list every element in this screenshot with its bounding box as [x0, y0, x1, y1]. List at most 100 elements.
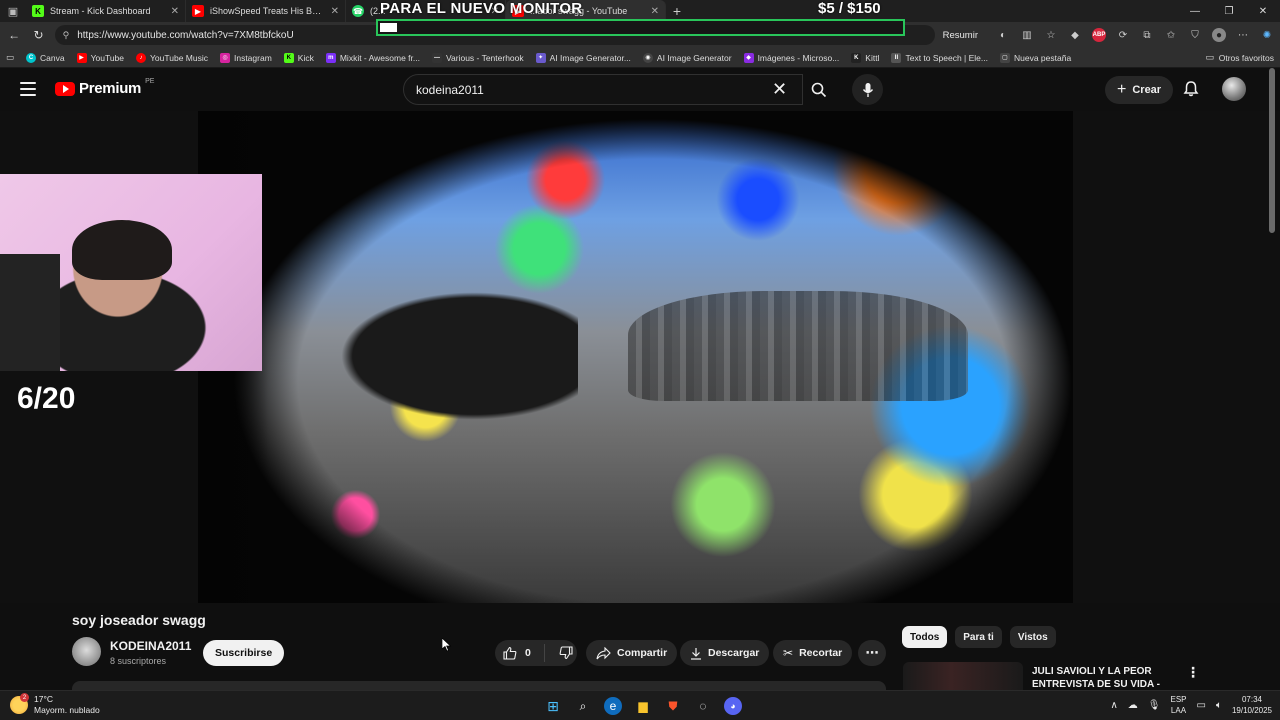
subscriber-count: 8 suscriptores [110, 656, 167, 666]
channel-avatar[interactable] [72, 637, 101, 666]
dislike-button[interactable] [551, 646, 573, 660]
clear-search-icon[interactable]: ✕ [772, 80, 787, 98]
shield-icon[interactable]: ⛉ [1188, 28, 1202, 42]
webcam-person [72, 220, 172, 280]
back-arrow-icon[interactable]: ← [6, 28, 22, 42]
workspaces-icon[interactable]: ▭ [6, 52, 14, 63]
menu-hamburger-icon[interactable] [20, 82, 36, 96]
favorite-star-icon[interactable]: ☆ [1044, 28, 1058, 42]
weather-widget[interactable]: 2 17°C Mayorm. nublado [10, 693, 100, 716]
brave-icon[interactable]: ⛊ [662, 695, 684, 717]
bookmarks-bar: ▭ C Canva ▶ YouTube ♪ YouTube Music ◎ Instag… [0, 48, 1280, 68]
copilot-icon[interactable]: ✺ [1260, 28, 1274, 42]
search-button[interactable] [800, 74, 838, 105]
extension-icon[interactable]: ⧉ [1140, 28, 1154, 42]
file-explorer-icon[interactable]: ▆ [632, 695, 654, 717]
windows-start-icon[interactable]: ⊞ [542, 695, 564, 717]
chip-para-ti[interactable]: Para ti [955, 626, 1002, 648]
bookmark-nueva-pestana[interactable]: ▢ Nueva pestaña [1000, 52, 1071, 63]
tray-overflow-icon[interactable]: ∧ [1110, 700, 1117, 711]
page-scrollbar[interactable] [1269, 68, 1275, 688]
youtube-premium-logo[interactable]: Premium PE [55, 78, 154, 97]
bookmark-ai-image-1[interactable]: ✦ AI Image Generator... [535, 52, 631, 63]
clock[interactable]: 07:34 19/10/2025 [1232, 694, 1272, 716]
scissors-icon: ✂ [783, 646, 794, 660]
refresh-extension-icon[interactable]: ⟳ [1116, 28, 1130, 42]
clip-button[interactable]: ✂ Recortar [773, 640, 853, 666]
edge-icon[interactable]: e [604, 697, 622, 715]
bookmark-canva[interactable]: C Canva [26, 52, 65, 63]
discord-icon[interactable]: ◕ [724, 697, 742, 715]
notifications-bell-icon[interactable] [1182, 80, 1200, 98]
video-title: soy joseador swagg [72, 612, 206, 628]
maximize-icon[interactable]: ❐ [1212, 0, 1246, 22]
stream-goal-progress-bar [376, 19, 905, 36]
subscribe-button[interactable]: Suscribirse [203, 640, 285, 666]
search-input[interactable]: kodeina2011 [403, 74, 803, 105]
download-label: Descargar [708, 647, 760, 659]
openai-icon: ◉ [642, 52, 653, 63]
account-avatar[interactable] [1222, 77, 1246, 101]
tab-kick-dashboard[interactable]: K Stream - Kick Dashboard ✕ [26, 0, 186, 22]
network-icon[interactable]: ▭ [1197, 700, 1206, 711]
bookmark-elevenlabs[interactable]: II Text to Speech | Ele... [891, 52, 988, 63]
microphone-tray-icon[interactable]: 🎙︎ [1148, 700, 1161, 711]
close-window-icon[interactable]: ✕ [1246, 0, 1280, 22]
bookmark-tenterhook[interactable]: — Various - Tenterhook [431, 52, 524, 63]
download-button[interactable]: Descargar [680, 640, 770, 666]
voice-search-button[interactable] [852, 74, 883, 105]
ai-image-icon: ✦ [535, 52, 546, 63]
close-icon[interactable]: ✕ [651, 6, 659, 17]
chip-vistos[interactable]: Vistos [1009, 626, 1056, 648]
minimize-icon[interactable]: — [1178, 0, 1212, 22]
recommended-more-icon[interactable]: ⋮ [1186, 664, 1200, 681]
description-box[interactable] [72, 681, 886, 690]
profile-icon[interactable]: ● [1212, 28, 1226, 42]
site-info-icon[interactable]: ⚲ [63, 30, 70, 41]
bookmark-instagram[interactable]: ◎ Instagram [219, 52, 272, 63]
bookmark-youtube-music[interactable]: ♪ YouTube Music [136, 52, 208, 63]
bookmark-imagenes[interactable]: ◆ Imágenes - Microso... [743, 52, 839, 63]
bookmark-kittl[interactable]: K Kittl [851, 52, 879, 63]
favorites-icon[interactable]: ✩ [1164, 28, 1178, 42]
tab-ishowspeed[interactable]: ▶ iShowSpeed Treats His Bodyguar... ✕ [186, 0, 346, 22]
bookmark-kick[interactable]: K Kick [283, 52, 314, 63]
video-scene-bags [318, 281, 578, 431]
close-icon[interactable]: ✕ [171, 6, 179, 17]
more-menu-icon[interactable]: ⋯ [1236, 28, 1250, 42]
summarize-button[interactable]: Resumir [943, 30, 978, 41]
clip-label: Recortar [799, 647, 843, 659]
bookmark-youtube[interactable]: ▶ YouTube [76, 52, 124, 63]
bookmark-mixkit[interactable]: m Mixkit - Awesome fr... [325, 52, 420, 63]
share-button[interactable]: Compartir [586, 640, 678, 666]
channel-name[interactable]: KODEINA2011 [110, 639, 191, 653]
input-language[interactable]: ESP LAA [1170, 694, 1186, 716]
recommended-video-title[interactable]: JULI SAVIOLI Y LA PEOR ENTREVISTA DE SU … [1032, 665, 1182, 690]
recommended-video-thumbnail[interactable] [903, 662, 1023, 690]
more-actions-button[interactable]: ⋯ [858, 640, 886, 666]
adblock-icon[interactable]: ABP [1092, 28, 1106, 42]
create-button[interactable]: + Crear [1105, 76, 1174, 104]
reload-icon[interactable]: ↻ [30, 28, 46, 42]
streamer-webcam [0, 174, 262, 371]
extension-diamond-icon[interactable]: ◆ [1068, 28, 1082, 42]
volume-icon[interactable]: 🔈︎ [1216, 700, 1222, 711]
chip-todos[interactable]: Todos [902, 626, 948, 648]
recommendation-chips: Todos Para ti Vistos [902, 626, 1056, 648]
obs-icon[interactable]: ◌ [692, 695, 714, 717]
bing-image-icon: ◆ [743, 52, 754, 63]
read-aloud-icon[interactable]: ◐ [996, 28, 1010, 42]
bookmark-ai-image-2[interactable]: ◉ AI Image Generator [642, 52, 732, 63]
close-icon[interactable]: ✕ [331, 6, 339, 17]
onedrive-icon[interactable]: ☁ [1128, 700, 1138, 711]
mixkit-icon: m [325, 52, 336, 63]
scrollbar-thumb[interactable] [1269, 68, 1275, 233]
like-button[interactable]: 0 [495, 644, 545, 662]
split-screen-icon[interactable]: ▥ [1020, 28, 1034, 42]
tab-actions-icon[interactable]: ▣ [0, 0, 26, 22]
search-icon[interactable]: ⌕ [572, 695, 594, 717]
video-player[interactable] [198, 111, 1073, 603]
youtube-icon: ▶ [76, 52, 87, 63]
other-favorites[interactable]: ▭ Otros favoritos [1205, 52, 1274, 63]
weather-sun-icon: 2 [10, 693, 29, 714]
